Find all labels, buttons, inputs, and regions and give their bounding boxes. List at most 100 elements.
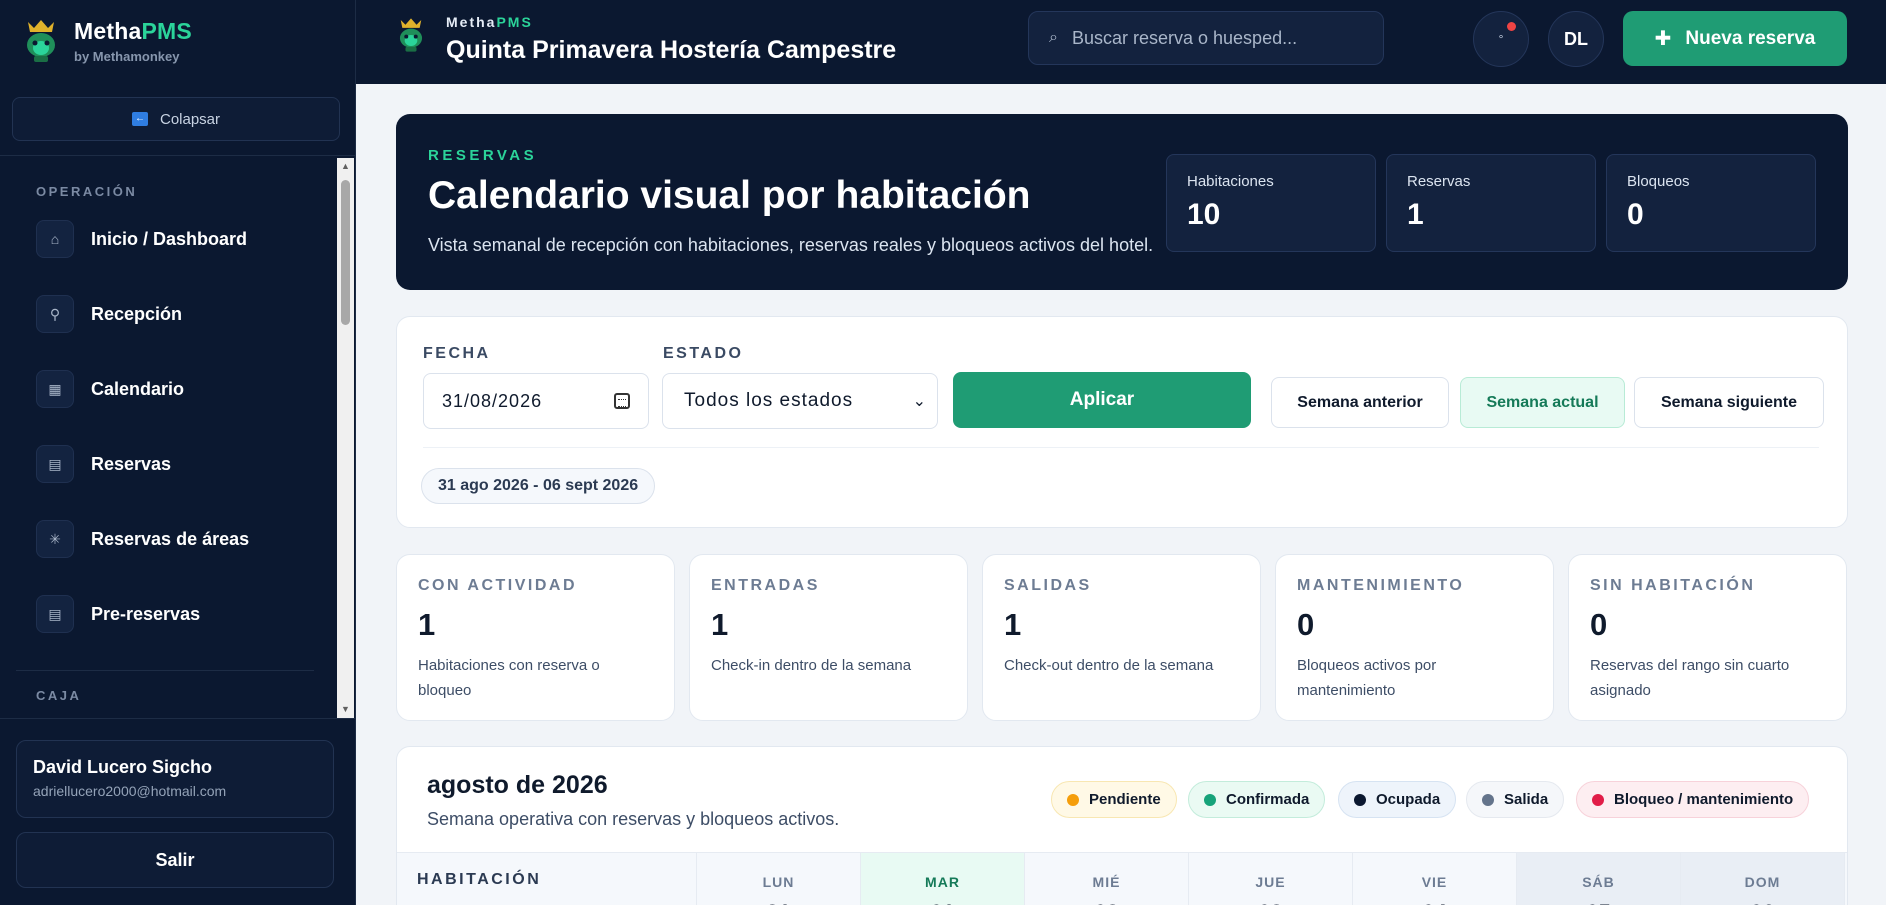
logout-button[interactable]: Salir <box>16 832 334 888</box>
legend-checkout: Salida <box>1466 781 1565 818</box>
sidebar-item-pre-reservations[interactable]: ▤ Pre-reservas <box>36 595 200 633</box>
user-card: David Lucero Sigcho adriellucero2000@hot… <box>16 740 334 818</box>
document-icon: ▤ <box>36 445 74 483</box>
kpi-value: 1 <box>418 607 436 642</box>
stat-label: Habitaciones <box>1187 173 1274 190</box>
scroll-up-icon[interactable]: ▲ <box>337 158 354 175</box>
day-column-thu[interactable]: JUE03 <box>1189 853 1353 905</box>
calendar-subtitle: Semana operativa con reservas y bloqueos… <box>427 809 840 829</box>
date-label: FECHA <box>423 345 491 362</box>
sidebar-item-dashboard[interactable]: ⌂ Inicio / Dashboard <box>36 220 247 258</box>
current-week-button[interactable]: Semana actual <box>1460 377 1625 428</box>
previous-week-button[interactable]: Semana anterior <box>1271 377 1449 428</box>
status-label: ESTADO <box>663 345 744 362</box>
topbar-brand: MethaPMS <box>446 14 533 30</box>
day-column-wed[interactable]: MIÉ02 <box>1025 853 1189 905</box>
date-field[interactable]: 31/08/2026 <box>423 373 649 429</box>
legend-dot <box>1592 793 1604 806</box>
sidebar-scrollbar[interactable]: ▲ ▼ <box>337 158 354 718</box>
sidebar-item-label: Calendario <box>91 378 185 399</box>
legend-label: Confirmada <box>1226 791 1310 808</box>
divider <box>16 670 314 671</box>
legend-confirmed: Confirmada <box>1188 781 1326 818</box>
sidebar-item-area-reservations[interactable]: ✳ Reservas de áreas <box>36 520 249 558</box>
divider <box>0 718 356 719</box>
stat-label: Bloqueos <box>1627 173 1690 190</box>
legend-dot <box>1354 793 1366 806</box>
kpi-value: 0 <box>1590 607 1608 642</box>
stat-label: Reservas <box>1407 173 1471 190</box>
next-week-button[interactable]: Semana siguiente <box>1634 377 1824 428</box>
sparkle-icon: ✳ <box>36 520 74 558</box>
sidebar-item-reception[interactable]: ⚲ Recepción <box>36 295 182 333</box>
calendar-icon[interactable] <box>614 393 630 409</box>
plus-icon: ✚ <box>1654 28 1672 50</box>
search-placeholder: Buscar reserva o huesped... <box>1071 27 1298 48</box>
stat-blocks: Bloqueos 0 <box>1606 154 1816 252</box>
hero-kicker: RESERVAS <box>428 147 538 164</box>
date-value: 31/08/2026 <box>442 390 543 411</box>
legend-label: Bloqueo / mantenimiento <box>1614 791 1794 808</box>
legend-dot <box>1482 793 1494 806</box>
kpi-card-no-room: SIN HABITACIÓN 0 Reservas del rango sin … <box>1568 554 1847 721</box>
sidebar-item-label: Inicio / Dashboard <box>91 228 248 249</box>
legend-label: Pendiente <box>1089 791 1161 808</box>
day-column-sun[interactable]: DOM06 <box>1681 853 1845 905</box>
hotel-name: Quinta Primavera Hostería Campestre <box>446 36 897 64</box>
sidebar-item-reservations[interactable]: ▤ Reservas <box>36 445 171 483</box>
legend-pending: Pendiente <box>1051 781 1177 818</box>
user-email: adriellucero2000@hotmail.com <box>33 783 227 799</box>
sidebar-item-label: Recepción <box>91 303 183 324</box>
day-column-fri[interactable]: VIE04 <box>1353 853 1517 905</box>
new-reservation-button[interactable]: ✚ Nueva reserva <box>1623 11 1847 66</box>
kpi-card-arrivals: ENTRADAS 1 Check-in dentro de la semana <box>689 554 968 721</box>
legend-label: Ocupada <box>1376 791 1441 808</box>
brand-name: MethaPMS <box>74 18 192 44</box>
scroll-down-icon[interactable]: ▼ <box>337 701 354 718</box>
legend-label: Salida <box>1504 791 1549 808</box>
sidebar-item-calendar[interactable]: ▦ Calendario <box>36 370 184 408</box>
kpi-label: SALIDAS <box>1004 577 1092 594</box>
stat-value: 10 <box>1187 198 1221 231</box>
search-input[interactable]: ⌕ Buscar reserva o huesped... <box>1028 11 1384 65</box>
sidebar-item-label: Reservas <box>91 453 172 474</box>
kpi-card-departures: SALIDAS 1 Check-out dentro de la semana <box>982 554 1261 721</box>
notifications-button[interactable]: ° <box>1473 11 1529 67</box>
bell-icon: ⚲ <box>36 295 74 333</box>
collapse-sidebar-button[interactable]: ← Colapsar <box>12 97 340 141</box>
kpi-label: CON ACTIVIDAD <box>418 577 578 594</box>
legend-dot <box>1067 793 1079 806</box>
status-value: Todos los estados <box>684 390 854 411</box>
monkey-logo-icon <box>399 18 423 52</box>
stat-rooms: Habitaciones 10 <box>1166 154 1376 252</box>
kpi-value: 1 <box>1004 607 1022 642</box>
day-column-tue[interactable]: MAR01 <box>861 853 1025 905</box>
sidebar-brand[interactable]: MethaPMS by Methamonkey <box>22 18 192 64</box>
section-operation-heading: OPERACIÓN <box>36 184 138 199</box>
apply-button[interactable]: Aplicar <box>953 372 1251 428</box>
new-reservation-label: Nueva reserva <box>1685 27 1816 49</box>
avatar[interactable]: DL <box>1548 11 1604 67</box>
scrollbar-thumb[interactable] <box>341 180 350 325</box>
legend-block-maintenance: Bloqueo / mantenimiento <box>1576 781 1810 818</box>
kpi-description: Reservas del rango sin cuarto asignado <box>1590 657 1790 699</box>
kpi-description: Check-out dentro de la semana <box>1004 657 1214 674</box>
sidebar-item-label: Reservas de áreas <box>91 528 250 549</box>
hero-banner: RESERVAS Calendario visual por habitació… <box>396 114 1848 290</box>
kpi-description: Bloqueos activos por mantenimiento <box>1297 657 1437 699</box>
user-name: David Lucero Sigcho <box>33 757 213 777</box>
day-column-sat[interactable]: SÁB05 <box>1517 853 1681 905</box>
divider <box>0 155 356 156</box>
home-icon: ⌂ <box>36 220 74 258</box>
date-range-badge: 31 ago 2026 - 06 sept 2026 <box>421 468 656 504</box>
page-subtitle: Vista semanal de recepción con habitacio… <box>428 235 1154 255</box>
notification-dot <box>1507 22 1516 31</box>
status-select[interactable]: Todos los estados ⌄ <box>662 373 938 429</box>
filters-card: FECHA ESTADO 31/08/2026 Todos los estado… <box>396 316 1848 528</box>
kpi-card-activity: CON ACTIVIDAD 1 Habitaciones con reserva… <box>396 554 675 721</box>
day-column-mon[interactable]: LUN31 <box>697 853 861 905</box>
stat-value: 1 <box>1407 198 1424 231</box>
sidebar-item-label: Pre-reservas <box>91 603 201 624</box>
divider <box>423 447 1819 448</box>
monkey-logo-icon <box>27 20 55 62</box>
